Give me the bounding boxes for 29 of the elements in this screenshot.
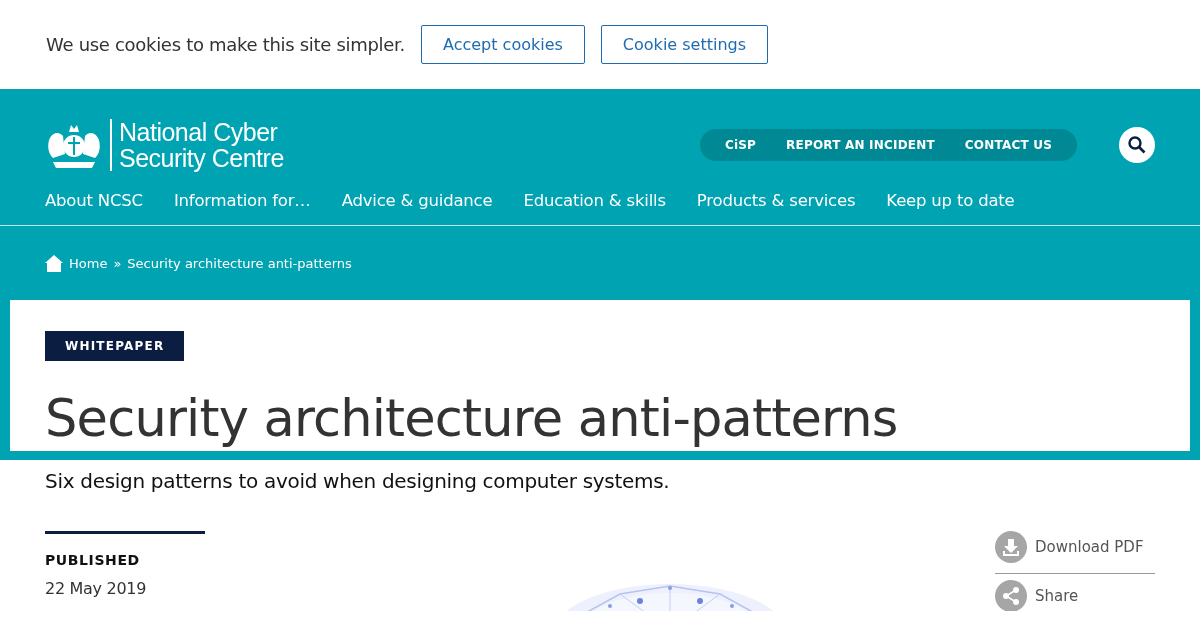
- nav-link[interactable]: Advice & guidance: [341, 191, 493, 210]
- breadcrumb-link[interactable]: Home: [69, 255, 108, 271]
- accept-cookies-button[interactable]: Accept cookies: [420, 25, 585, 64]
- page-title: Security architecture anti-patterns: [45, 388, 899, 450]
- logo-text: National Cyber: [119, 119, 279, 145]
- utility-link[interactable]: CONTACT US: [949, 138, 1067, 152]
- content-type-tag: WHITEPAPER: [45, 331, 185, 361]
- logo-text: Security Centre: [119, 145, 284, 171]
- nav-link[interactable]: Keep up to date: [886, 191, 1015, 210]
- share-button[interactable]: Share: [995, 580, 1079, 611]
- cookie-message: We use cookies to make this site simpler.: [46, 34, 405, 55]
- search-button[interactable]: [1119, 127, 1155, 163]
- published-date: 22 May 2019: [45, 579, 148, 598]
- published-label: PUBLISHED: [45, 552, 141, 568]
- download-icon: [995, 531, 1027, 563]
- download-pdf-button[interactable]: Download PDF: [995, 531, 1155, 574]
- search-icon: [1128, 136, 1146, 154]
- nav-link[interactable]: About NCSC: [45, 191, 143, 210]
- cookie-settings-button[interactable]: Cookie settings: [600, 25, 769, 64]
- nav-link[interactable]: Products & services: [696, 191, 856, 210]
- breadcrumb-current: Security architecture anti-patterns: [127, 255, 352, 271]
- nav-link[interactable]: Information for…: [173, 191, 311, 210]
- utility-link[interactable]: REPORT AN INCIDENT: [771, 138, 950, 152]
- share-icon: [995, 580, 1027, 611]
- home-icon: [45, 254, 63, 272]
- breadcrumb-separator: »: [113, 255, 122, 271]
- utility-link[interactable]: CiSP: [709, 138, 772, 152]
- page-summary: Six design patterns to avoid when designing computer systems.: [45, 469, 671, 493]
- nav-link[interactable]: Education & skills: [523, 191, 666, 210]
